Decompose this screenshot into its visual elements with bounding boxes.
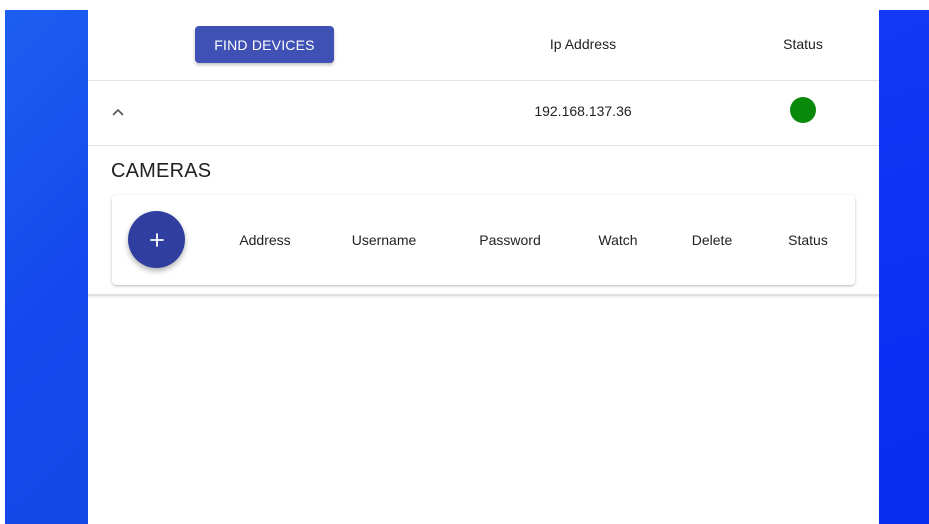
find-devices-button[interactable]: FIND DEVICES: [195, 26, 334, 63]
cameras-table-header: Address Username Password Watch Delete S…: [112, 195, 855, 285]
devices-table-header: FIND DEVICES Ip Address Status: [88, 0, 879, 81]
device-status-indicator: [790, 97, 816, 123]
ip-address-column-header: Ip Address: [549, 36, 617, 52]
left-blue-background: [5, 10, 88, 524]
add-camera-button[interactable]: [128, 211, 185, 268]
status-column-header: Status: [783, 36, 823, 52]
devices-panel: FIND DEVICES Ip Address Status 192.168.1…: [88, 0, 879, 524]
cameras-section-title: CAMERAS: [111, 160, 212, 182]
camera-column-status: Status: [788, 232, 828, 248]
camera-column-watch: Watch: [598, 232, 638, 248]
page: FIND DEVICES Ip Address Status 192.168.1…: [0, 0, 929, 524]
right-blue-background: [879, 10, 929, 524]
chevron-up-icon[interactable]: [110, 104, 126, 120]
camera-column-username: Username: [351, 232, 417, 248]
camera-column-address: Address: [239, 232, 291, 248]
device-row[interactable]: 192.168.137.36: [88, 80, 879, 146]
camera-column-password: Password: [479, 232, 541, 248]
camera-column-delete: Delete: [691, 232, 733, 248]
plus-icon: [149, 232, 165, 248]
device-ip-address: 192.168.137.36: [534, 103, 632, 119]
panel-divider: [88, 294, 879, 296]
